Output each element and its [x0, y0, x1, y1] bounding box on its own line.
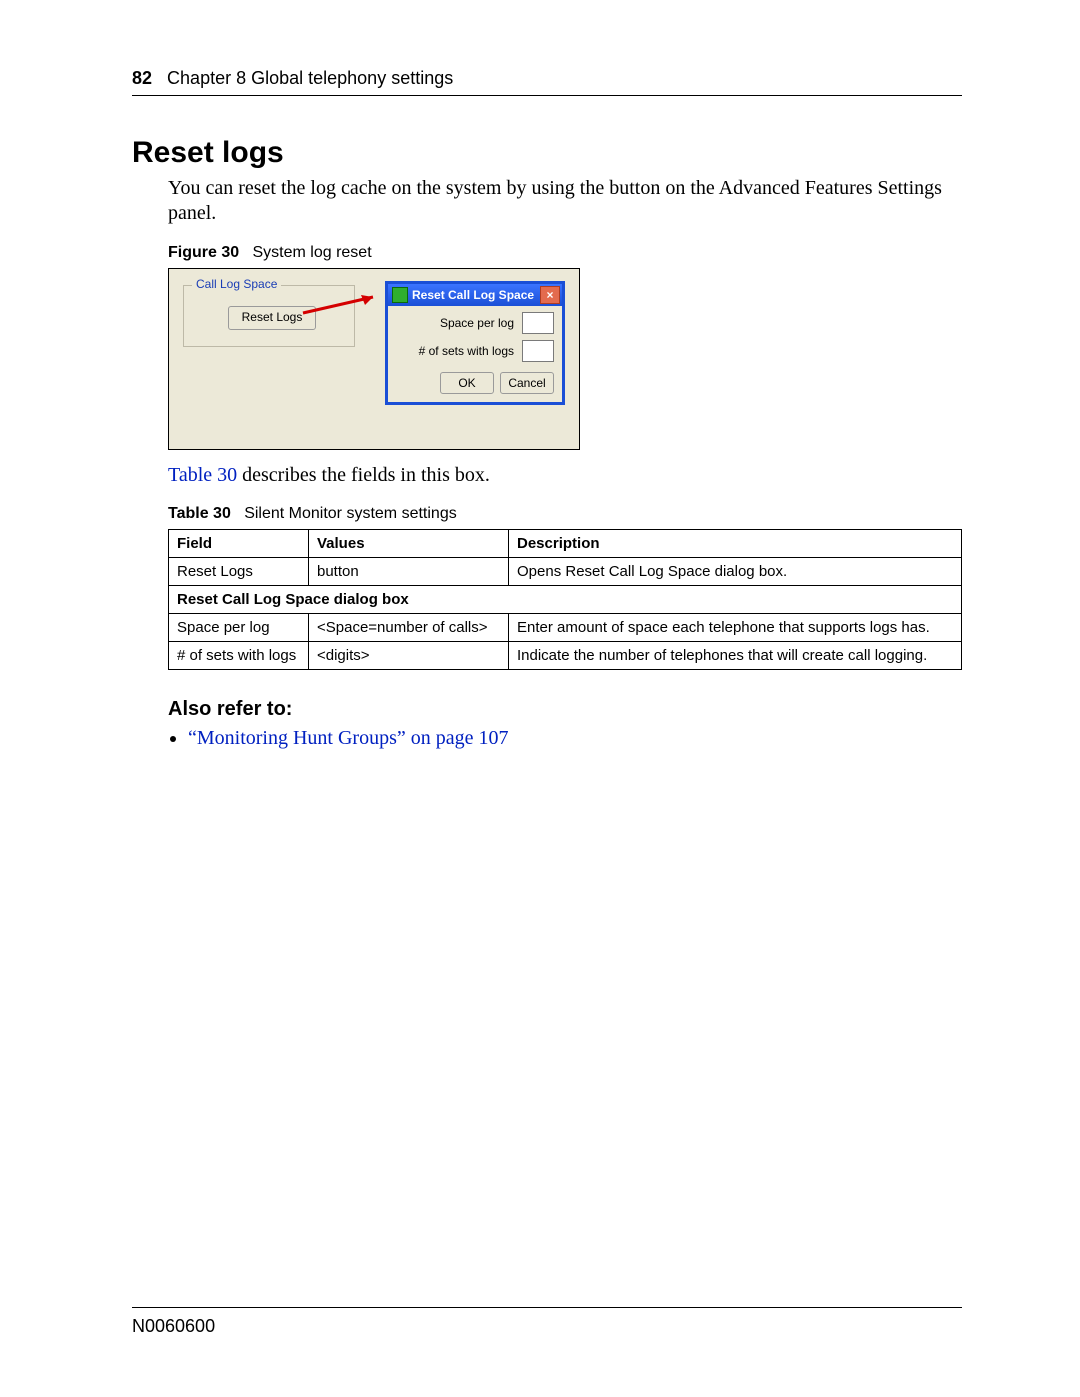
dialog-row-space-per-log: Space per log [388, 306, 562, 334]
figure-caption-text: System log reset [252, 244, 371, 261]
dialog-button-row: OK Cancel [388, 362, 562, 402]
also-refer-list: “Monitoring Hunt Groups” on page 107 [188, 727, 962, 750]
dialog-titlebar: Reset Call Log Space × [388, 284, 562, 306]
also-refer-heading: Also refer to: [168, 698, 962, 721]
cell: Enter amount of space each telephone tha… [509, 614, 962, 642]
groupbox-legend: Call Log Space [192, 277, 281, 291]
intro-paragraph: You can reset the log cache on the syste… [168, 176, 962, 226]
th-values: Values [309, 530, 509, 558]
monitoring-hunt-groups-link[interactable]: “Monitoring Hunt Groups” on page 107 [188, 727, 509, 749]
page-header: 82 Chapter 8 Global telephony settings [132, 68, 962, 96]
cell: Indicate the number of telephones that w… [509, 642, 962, 670]
call-log-space-groupbox: Call Log Space Reset Logs [183, 285, 355, 347]
cell: <Space=number of calls> [309, 614, 509, 642]
space-per-log-input[interactable] [522, 312, 554, 334]
figure-caption: Figure 30 System log reset [168, 244, 962, 262]
table-row: Space per log <Space=number of calls> En… [169, 614, 962, 642]
table-row: Reset Logs button Opens Reset Call Log S… [169, 558, 962, 586]
th-field: Field [169, 530, 309, 558]
page: 82 Chapter 8 Global telephony settings R… [0, 0, 1080, 1397]
cell: Reset Logs [169, 558, 309, 586]
dialog-title: Reset Call Log Space [412, 288, 536, 302]
section-title: Reset logs [132, 136, 962, 170]
reset-logs-button[interactable]: Reset Logs [228, 306, 316, 330]
ok-button[interactable]: OK [440, 372, 494, 394]
list-item: “Monitoring Hunt Groups” on page 107 [188, 727, 962, 750]
cell: Opens Reset Call Log Space dialog box. [509, 558, 962, 586]
table-caption-text: Silent Monitor system settings [244, 505, 457, 522]
reset-call-log-space-dialog: Reset Call Log Space × Space per log # o… [385, 281, 565, 405]
page-footer: N0060600 [132, 1307, 962, 1337]
span-row-text: Reset Call Log Space dialog box [177, 591, 409, 608]
table-header-row: Field Values Description [169, 530, 962, 558]
sets-with-logs-input[interactable] [522, 340, 554, 362]
cell: # of sets with logs [169, 642, 309, 670]
cell: button [309, 558, 509, 586]
doc-id: N0060600 [132, 1316, 215, 1336]
table-label: Table 30 [168, 505, 231, 522]
th-description: Description [509, 530, 962, 558]
sets-with-logs-label: # of sets with logs [419, 344, 514, 358]
table-caption: Table 30 Silent Monitor system settings [168, 505, 962, 523]
figure-label: Figure 30 [168, 244, 239, 261]
close-icon[interactable]: × [540, 286, 560, 304]
figure-screenshot: Call Log Space Reset Logs Reset Call Log… [168, 268, 580, 450]
section-body: You can reset the log cache on the syste… [168, 176, 962, 750]
space-per-log-label: Space per log [440, 316, 514, 330]
cell-span: Reset Call Log Space dialog box [169, 586, 962, 614]
cancel-button[interactable]: Cancel [500, 372, 554, 394]
dialog-title-icon [392, 287, 408, 303]
cell: Space per log [169, 614, 309, 642]
table-row: # of sets with logs <digits> Indicate th… [169, 642, 962, 670]
table-30-link[interactable]: Table 30 [168, 464, 237, 486]
cell: <digits> [309, 642, 509, 670]
after-figure-rest: describes the fields in this box. [237, 464, 490, 486]
chapter-title: Chapter 8 Global telephony settings [167, 68, 453, 88]
table-subheader-row: Reset Call Log Space dialog box [169, 586, 962, 614]
page-number: 82 [132, 68, 152, 88]
after-figure-paragraph: Table 30 describes the fields in this bo… [168, 464, 962, 487]
settings-table: Field Values Description Reset Logs butt… [168, 529, 962, 670]
dialog-row-sets-with-logs: # of sets with logs [388, 334, 562, 362]
